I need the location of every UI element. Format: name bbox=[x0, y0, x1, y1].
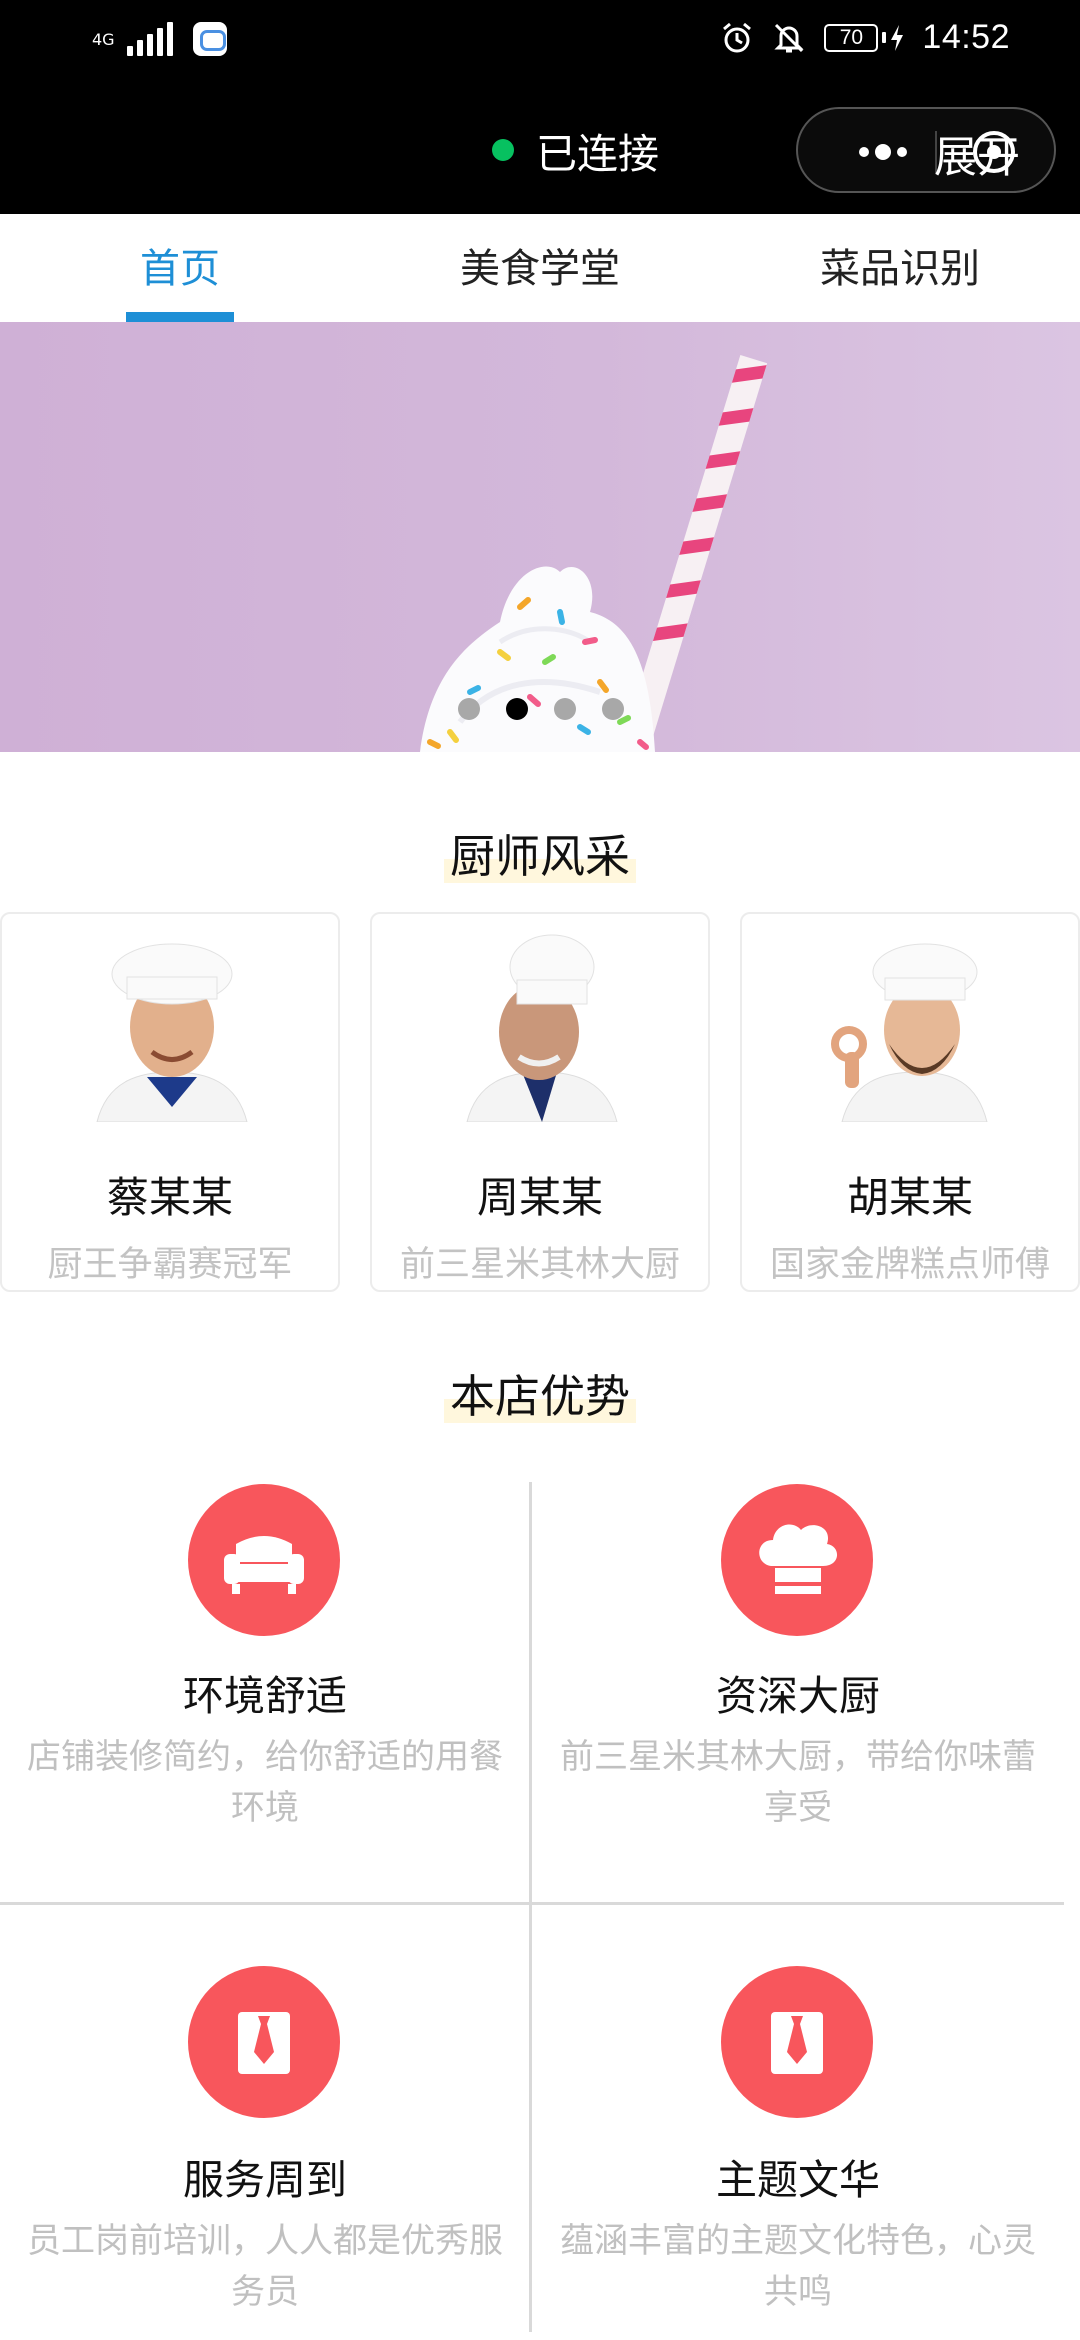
necktie-icon bbox=[188, 1966, 340, 2118]
carousel-dot[interactable] bbox=[554, 698, 576, 720]
chef-name: 周某某 bbox=[476, 1173, 603, 1222]
charging-icon bbox=[891, 24, 904, 51]
advantage-title: 主题文华 bbox=[716, 2156, 880, 2204]
top-bar: 4G 70 14:52 已连接 展开 bbox=[0, 0, 1080, 214]
chef-title: 前三星米其林大厨 bbox=[399, 1245, 680, 1285]
chef-hat-icon bbox=[721, 1484, 873, 1636]
status-bar-left: 4G bbox=[92, 22, 227, 56]
network-type: 4G bbox=[92, 29, 115, 49]
connected-dot-icon bbox=[492, 139, 514, 161]
advantage-item[interactable]: 环境舒适 店铺装修简约，给你舒适的用餐环境 bbox=[0, 1482, 530, 1902]
advantage-title: 服务周到 bbox=[183, 2156, 347, 2204]
advantage-item[interactable]: 主题文华 蕴涵丰富的主题文化特色，心灵共鸣 bbox=[533, 1906, 1063, 2326]
carousel-dot[interactable] bbox=[602, 698, 624, 720]
advantages-section-title-text: 本店优势 bbox=[443, 1370, 636, 1423]
battery-level: 70 bbox=[824, 23, 879, 52]
mini-program-capsule: 展开 bbox=[796, 107, 1056, 193]
network-indicator: 4G bbox=[92, 29, 115, 49]
status-bar-right: 70 14:52 bbox=[720, 18, 1010, 57]
alarm-icon bbox=[723, 22, 752, 52]
battery-tip bbox=[882, 32, 887, 43]
chef-title: 国家金牌糕点师傅 bbox=[769, 1245, 1050, 1285]
advantage-desc: 前三星米其林大厨，带给你味蕾享受 bbox=[560, 1737, 1036, 1828]
tab-bar: 首页 美食学堂 菜品识别 bbox=[0, 214, 1080, 322]
advantage-title: 环境舒适 bbox=[183, 1672, 347, 1720]
chef-card[interactable]: 蔡某某 厨王争霸赛冠军 bbox=[0, 912, 340, 1292]
tab-food-school[interactable]: 美食学堂 bbox=[360, 214, 720, 322]
close-mini-program-icon[interactable] bbox=[971, 129, 1017, 175]
advantage-title: 资深大厨 bbox=[716, 1672, 880, 1720]
chef-name: 胡某某 bbox=[846, 1173, 973, 1222]
sofa-icon bbox=[188, 1484, 340, 1636]
chefs-section-title: 厨师风采 bbox=[0, 820, 1080, 885]
mute-bell-icon bbox=[774, 23, 805, 52]
chef-avatar bbox=[96, 943, 248, 1122]
chef-title: 厨王争霸赛冠军 bbox=[47, 1245, 293, 1285]
chef-avatar bbox=[831, 943, 988, 1122]
chef-avatar bbox=[466, 934, 618, 1122]
advantages-section-title: 本店优势 bbox=[0, 1360, 1080, 1425]
chefs-section-title-text: 厨师风采 bbox=[443, 830, 636, 883]
carousel-indicator bbox=[458, 698, 624, 720]
advantages-grid: 环境舒适 店铺装修简约，给你舒适的用餐环境 资深大厨 前三星米其林大厨，带给你味… bbox=[0, 1482, 1064, 2340]
advantage-item[interactable]: 服务周到 员工岗前培训，人人都是优秀服务员 bbox=[0, 1906, 530, 2326]
chef-list: 蔡某某 厨王争霸赛冠军 周某某 前三星米其林大厨 胡某某 国家金牌糕点师傅 bbox=[0, 912, 1080, 1292]
tab-dish-recognition[interactable]: 菜品识别 bbox=[720, 214, 1080, 322]
clock: 14:52 bbox=[922, 18, 1010, 56]
connection-status: 已连接 bbox=[492, 120, 659, 180]
chef-card[interactable]: 胡某某 国家金牌糕点师傅 bbox=[740, 912, 1080, 1292]
carousel-dot-active[interactable] bbox=[506, 698, 528, 720]
signal-strength-icon bbox=[126, 22, 173, 56]
chef-card[interactable]: 周某某 前三星米其林大厨 bbox=[370, 912, 710, 1292]
necktie-icon bbox=[721, 1966, 873, 2118]
advantage-desc: 员工岗前培训，人人都是优秀服务员 bbox=[27, 2221, 503, 2312]
advantage-desc: 店铺装修简约，给你舒适的用餐环境 bbox=[27, 1737, 503, 1828]
chat-app-icon bbox=[192, 22, 227, 56]
advantage-desc: 蕴涵丰富的主题文化特色，心灵共鸣 bbox=[560, 2221, 1036, 2312]
chef-name: 蔡某某 bbox=[106, 1173, 233, 1222]
more-options-button[interactable] bbox=[828, 132, 938, 172]
banner-carousel[interactable] bbox=[0, 322, 1080, 752]
battery-icon: 70 bbox=[824, 23, 904, 52]
grid-divider-horizontal bbox=[0, 1902, 1064, 1905]
carousel-dot[interactable] bbox=[458, 698, 480, 720]
tab-home[interactable]: 首页 bbox=[0, 214, 360, 322]
milkshake-image bbox=[420, 355, 768, 752]
connection-status-text: 已连接 bbox=[536, 130, 659, 178]
advantage-item[interactable]: 资深大厨 前三星米其林大厨，带给你味蕾享受 bbox=[533, 1482, 1063, 1902]
